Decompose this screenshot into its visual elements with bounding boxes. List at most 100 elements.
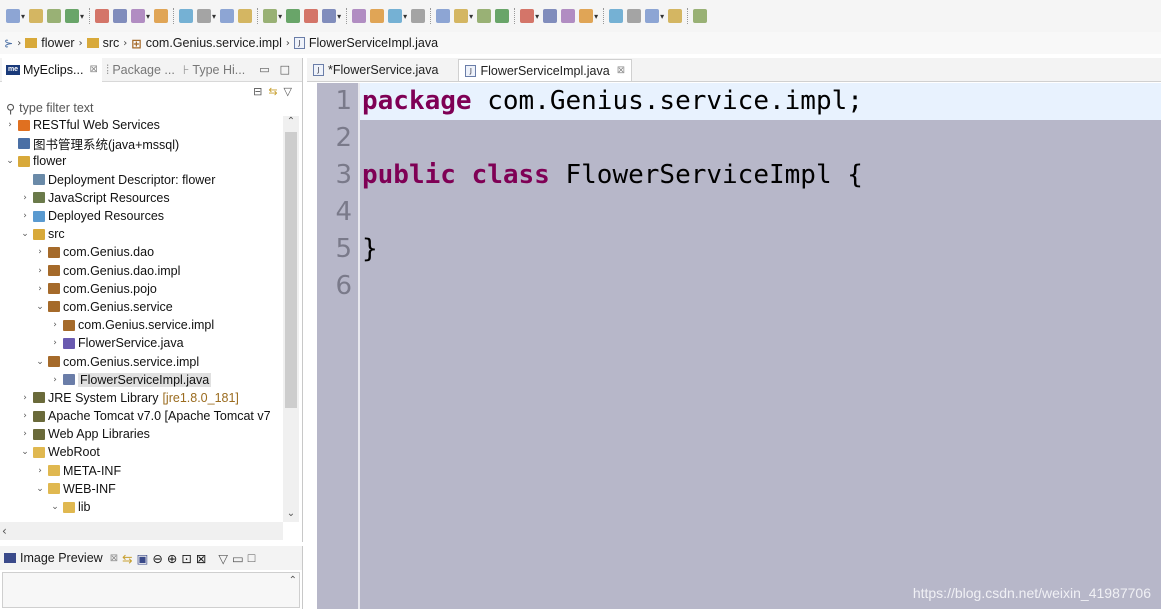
tree-item[interactable]: Deployment Descriptor: flower	[0, 171, 282, 189]
original-size-icon[interactable]: ⊠	[196, 551, 206, 566]
annotation-button[interactable]	[284, 5, 302, 27]
chevron-right-icon[interactable]: ›	[49, 320, 61, 330]
dropdown-arrow-icon[interactable]: ▾	[535, 12, 539, 21]
breadcrumb-item-file[interactable]: FlowerServiceImpl.java	[309, 36, 438, 50]
folder-button[interactable]	[607, 5, 625, 27]
close-icon[interactable]: ⊠	[110, 553, 118, 564]
maximize-icon[interactable]: □	[280, 63, 290, 76]
minimize-icon[interactable]: ▭	[232, 551, 244, 566]
run-settings-button[interactable]	[409, 5, 427, 27]
fit-icon[interactable]: ⊡	[181, 551, 191, 566]
image-icon[interactable]: ▣	[137, 551, 149, 566]
chevron-right-icon[interactable]: ›	[34, 466, 46, 476]
tree-item[interactable]: › RESTful Web Services	[0, 116, 282, 134]
chevron-down-icon[interactable]: ⌄	[19, 447, 31, 457]
debug-run-button[interactable]: ▾	[452, 5, 475, 27]
new-class-button[interactable]	[541, 5, 559, 27]
tree-item[interactable]: › JavaScript Resources	[0, 189, 282, 207]
pin-button[interactable]	[236, 5, 254, 27]
tree-item[interactable]: › Deployed Resources	[0, 207, 282, 225]
tab-flowerservice[interactable]: J *FlowerService.java	[307, 59, 444, 81]
link-icon[interactable]: ⇆	[122, 551, 132, 566]
dropdown-arrow-icon[interactable]: ▾	[212, 12, 216, 21]
tab-type-hierarchy[interactable]: ⊦ Type Hi...	[179, 58, 249, 82]
chevron-right-icon[interactable]: ›	[4, 120, 16, 130]
tree-item[interactable]: › FlowerService.java	[0, 334, 282, 352]
chevron-right-icon[interactable]: ›	[34, 266, 46, 276]
prev-annotation-button[interactable]: ▾	[643, 5, 666, 27]
chevron-down-icon[interactable]: ⌄	[49, 502, 61, 512]
tab-flowerserviceimpl[interactable]: J FlowerServiceImpl.java ⊠	[458, 59, 633, 81]
chevron-down-icon[interactable]: ⌄	[19, 229, 31, 239]
breadcrumb-item-src[interactable]: src	[103, 36, 120, 50]
terminal-button[interactable]: ▾	[63, 5, 86, 27]
tree-item[interactable]: › com.Genius.dao	[0, 243, 282, 261]
tree-item[interactable]: ⌄ com.Genius.service.impl	[0, 352, 282, 370]
open-folder-button[interactable]	[559, 5, 577, 27]
new-java-project-button[interactable]	[493, 5, 511, 27]
highlight-button[interactable]: ▾	[261, 5, 284, 27]
tree-item[interactable]: › FlowerServiceImpl.java	[0, 371, 282, 389]
tree-item[interactable]: › com.Genius.service.impl	[0, 316, 282, 334]
chevron-right-icon[interactable]: ›	[19, 411, 31, 421]
dropdown-arrow-icon[interactable]: ▾	[594, 12, 598, 21]
tree-item[interactable]: › com.Genius.dao.impl	[0, 262, 282, 280]
tree-item[interactable]: ⌄ lib	[0, 498, 282, 516]
view-menu-icon[interactable]: ▽	[284, 85, 292, 98]
chevron-right-icon[interactable]: ›	[49, 338, 61, 348]
toggle-breakpoint-button[interactable]: ▾	[195, 5, 218, 27]
chevron-right-icon[interactable]: ›	[19, 211, 31, 221]
close-icon[interactable]: ⊠	[89, 64, 97, 75]
server-button[interactable]: ▾	[386, 5, 409, 27]
breadcrumb-item-package[interactable]: com.Genius.service.impl	[146, 36, 282, 50]
save-all-button[interactable]	[45, 5, 63, 27]
preview-title[interactable]: Image Preview	[20, 551, 103, 565]
view-menu-icon[interactable]: ▽	[218, 551, 228, 566]
tree-item[interactable]: › Apache Tomcat v7.0 [Apache Tomcat v7	[0, 407, 282, 425]
tree-item[interactable]: ⌄ flower	[0, 152, 282, 170]
tree-item[interactable]: › META-INF	[0, 462, 282, 480]
maximize-icon[interactable]: □	[248, 551, 256, 565]
chevron-right-icon[interactable]: ›	[49, 375, 61, 385]
chevron-right-icon[interactable]: ›	[19, 193, 31, 203]
tree-item[interactable]: › JRE System Library [jre1.8.0_181]	[0, 389, 282, 407]
chevron-right-icon[interactable]: ›	[34, 247, 46, 257]
dropdown-arrow-icon[interactable]: ▾	[21, 12, 25, 21]
code-text-area[interactable]: 123456 package com.Genius.service.impl; p…	[317, 83, 1161, 609]
block-select-button[interactable]: ▾	[320, 5, 343, 27]
chevron-down-icon[interactable]: ⌄	[34, 484, 46, 494]
link-with-editor-icon[interactable]: ⇆	[268, 85, 277, 98]
search-button[interactable]	[350, 5, 368, 27]
back-button[interactable]	[666, 5, 684, 27]
redo-button[interactable]: ▾	[129, 5, 152, 27]
tree-item[interactable]: ⌄ WEB-INF	[0, 480, 282, 498]
dropdown-arrow-icon[interactable]: ▾	[80, 12, 84, 21]
scroll-up-icon[interactable]: ⌃	[289, 575, 297, 586]
new-button[interactable]: ▾	[4, 5, 27, 27]
tree-item[interactable]: › com.Genius.pojo	[0, 280, 282, 298]
scroll-down-icon[interactable]: ⌄	[283, 508, 299, 522]
chevron-down-icon[interactable]: ⌄	[4, 156, 16, 166]
forward-button[interactable]	[691, 5, 709, 27]
dropdown-arrow-icon[interactable]: ▾	[403, 12, 407, 21]
close-icon[interactable]: ⊠	[617, 65, 625, 76]
cut-button[interactable]	[93, 5, 111, 27]
globe-button[interactable]	[368, 5, 386, 27]
tab-myeclipse-explorer[interactable]: me MyEclips... ⊠	[2, 57, 102, 82]
dropdown-arrow-icon[interactable]: ▾	[337, 12, 341, 21]
external-tools-button[interactable]	[475, 5, 493, 27]
run-button[interactable]	[434, 5, 452, 27]
undo-button[interactable]	[111, 5, 129, 27]
grid-button[interactable]	[218, 5, 236, 27]
tree-horizontal-scrollbar[interactable]: ‹	[0, 522, 283, 540]
zoom-out-icon[interactable]: ⊖	[152, 551, 162, 566]
dropdown-arrow-icon[interactable]: ▾	[660, 12, 664, 21]
filter-field[interactable]: ⚲ type filter text	[0, 100, 302, 116]
dropdown-arrow-icon[interactable]: ▾	[469, 12, 473, 21]
new-package-button[interactable]: ▾	[518, 5, 541, 27]
tree-item[interactable]: ⌄ src	[0, 225, 282, 243]
next-annotation-button[interactable]	[625, 5, 643, 27]
tree-vertical-scrollbar[interactable]: ⌃ ⌄	[283, 116, 299, 522]
open-type-button[interactable]	[152, 5, 170, 27]
minimize-icon[interactable]: ▭	[259, 63, 269, 76]
